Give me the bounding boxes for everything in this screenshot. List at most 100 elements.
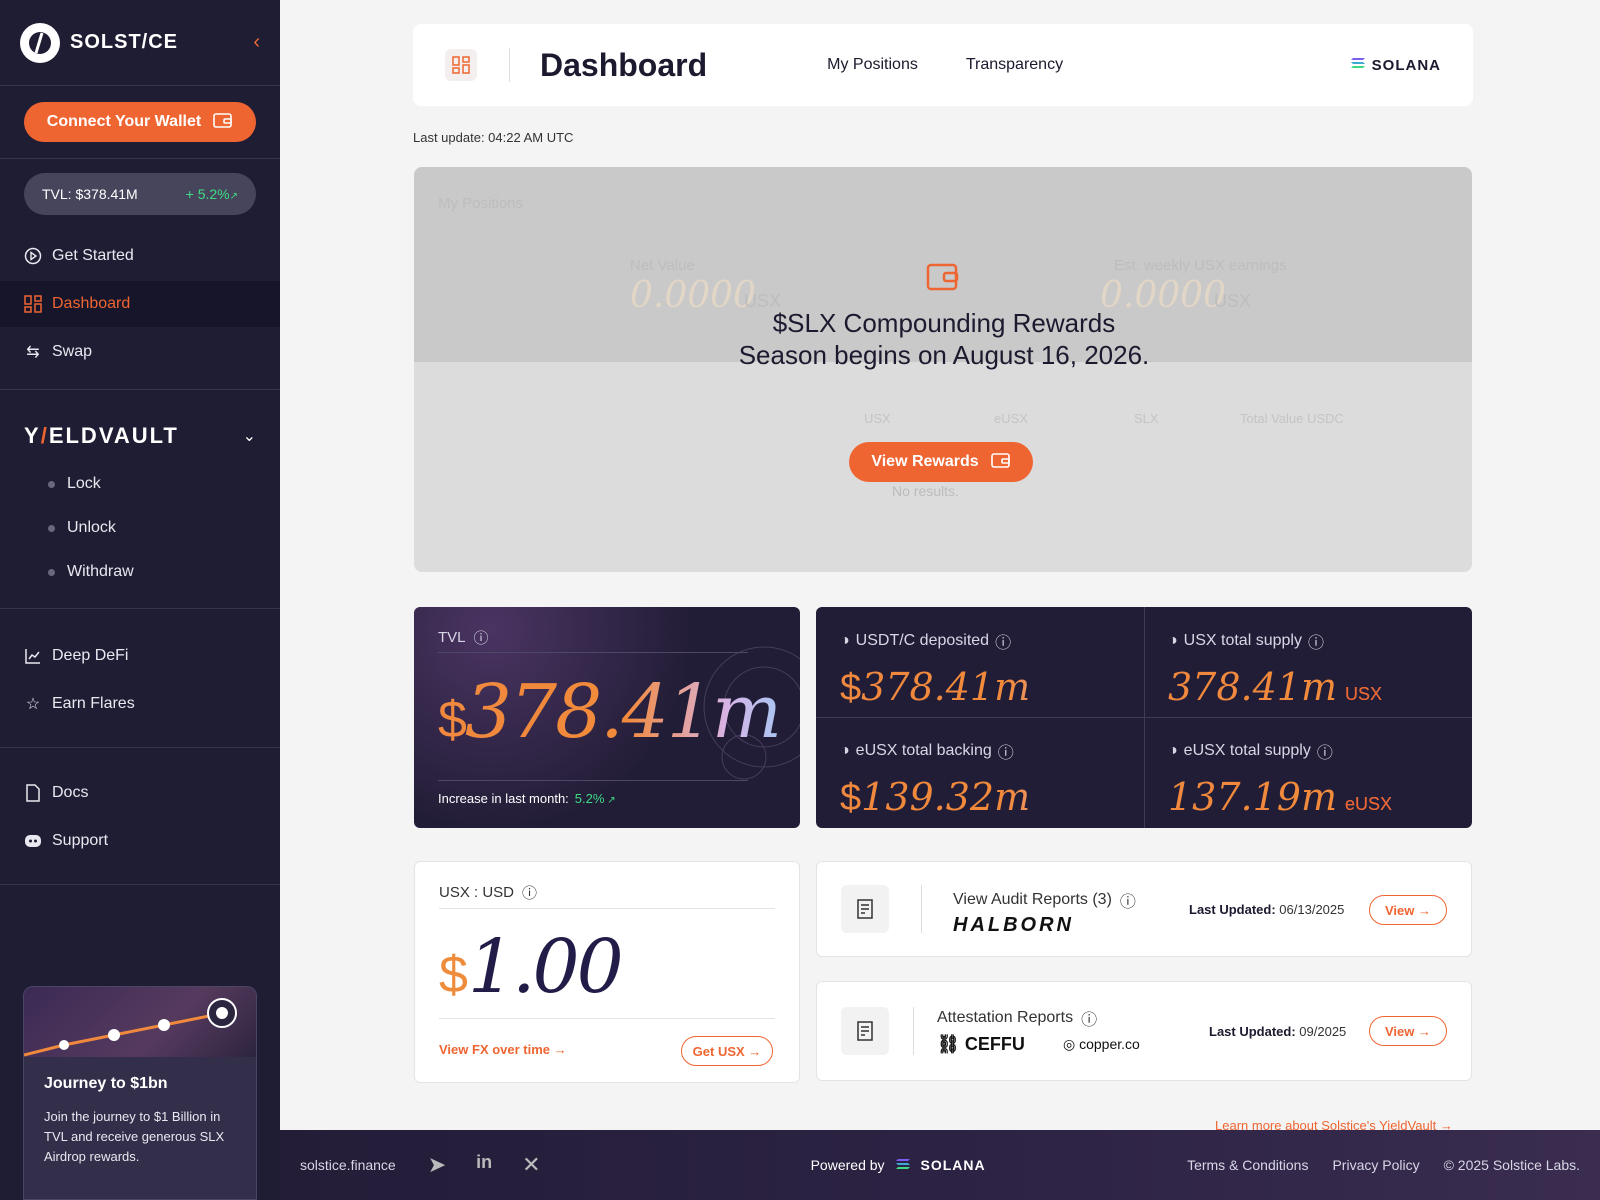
report-icon <box>841 885 889 933</box>
tvl-pill-change: + 5.2%↗ <box>185 186 238 202</box>
connect-wallet-button[interactable]: Connect Your Wallet <box>24 102 256 142</box>
solana-wordmark: SOLANA <box>920 1157 986 1173</box>
tvl-pill: TVL: $378.41M + 5.2%↗ <box>24 173 256 215</box>
sidebar: SOLST/CE ‹ Connect Your Wallet TVL: $378… <box>0 0 280 1200</box>
stat-value: $139.32m <box>840 775 1120 820</box>
logo-text: SOLST/CE <box>70 31 179 53</box>
secondary-nav: Deep DeFi ☆ Earn Flares <box>0 609 280 748</box>
sidebar-item-dashboard[interactable]: Dashboard <box>0 281 280 327</box>
info-icon[interactable]: ⓘ <box>1317 739 1333 763</box>
positions-card: My Positions Net Value 0.0000 USX Est. w… <box>414 167 1472 572</box>
info-icon[interactable]: ⓘ <box>1120 888 1136 912</box>
divider <box>438 780 748 781</box>
sidebar-item-get-started[interactable]: Get Started <box>0 233 280 279</box>
stat-label: eUSX total supply <box>1183 742 1311 759</box>
footer-site[interactable]: solstice.finance <box>300 1157 396 1173</box>
page-header: Dashboard My Positions Transparency SOLA… <box>413 24 1473 106</box>
view-fx-link[interactable]: View FX over time → <box>439 1042 567 1057</box>
stat-eusx-supply: ◑ eUSX total supply ⓘ 137.19m eUSX <box>1144 717 1472 827</box>
sidebar-item-swap[interactable]: ⇆ Swap <box>0 329 280 375</box>
positions-title: My Positions <box>438 195 524 212</box>
tvl-increase: Increase in last month: 5.2% ↗ <box>438 791 616 806</box>
tvl-pill-section: TVL: $378.41M + 5.2%↗ <box>0 159 280 229</box>
sidebar-item-label: Get Started <box>52 247 134 264</box>
sidebar-item-deep-defi[interactable]: Deep DeFi <box>0 633 280 679</box>
telegram-icon[interactable]: ➤ <box>428 1152 446 1178</box>
journey-title: Journey to $1bn <box>44 1075 168 1092</box>
view-rewards-button[interactable]: View Rewards <box>849 442 1033 482</box>
info-icon[interactable]: ⓘ <box>1308 629 1324 653</box>
stat-label: USDT/C deposited <box>855 632 990 649</box>
info-icon[interactable]: ⓘ <box>474 627 489 648</box>
wallet-icon <box>213 111 233 134</box>
attestation-reports-card: Attestation Reports ⓘ ⛓ CEFFU ◎ copper.co… <box>816 981 1472 1081</box>
tvl-label: TVL ⓘ <box>438 627 489 648</box>
arrow-up-right-icon: ↗ <box>229 191 238 202</box>
connect-wallet-label: Connect Your Wallet <box>46 113 202 130</box>
x-twitter-icon[interactable]: ✕ <box>522 1152 540 1178</box>
journey-illustration <box>24 987 256 1057</box>
collapse-sidebar-icon[interactable]: ‹ <box>253 31 260 54</box>
sidebar-item-lock[interactable]: Lock <box>0 462 280 506</box>
stat-value: $378.41m <box>840 665 1120 710</box>
info-icon[interactable]: ⓘ <box>522 882 537 903</box>
copyright: © 2025 Solstice Labs. <box>1443 1157 1580 1173</box>
wallet-section: Connect Your Wallet <box>0 86 280 159</box>
yieldvault-section: Y/ELDVAULT ⌄ Lock Unlock Withdraw <box>0 390 280 609</box>
audit-title[interactable]: View Audit Reports (3) ⓘ <box>953 888 1136 912</box>
sidebar-item-unlock[interactable]: Unlock <box>0 506 280 550</box>
stat-usx-supply: ◑ USX total supply ⓘ 378.41m USX <box>1144 607 1472 717</box>
audit-updated: Last Updated: 06/13/2025 <box>1189 902 1345 917</box>
journey-text: Join the journey to $1 Billion in TVL an… <box>44 1109 225 1164</box>
tvl-pill-label: TVL: $378.41M <box>42 186 138 202</box>
weekly-label: Est. weekly USX earnings <box>1114 257 1287 274</box>
arrow-right-icon: → <box>550 1042 567 1057</box>
solana-wordmark: SOLANA <box>1371 56 1441 74</box>
social-links: ➤ in ✕ <box>428 1152 541 1178</box>
view-audit-button[interactable]: View → <box>1369 895 1447 925</box>
info-icon[interactable]: ⓘ <box>998 739 1014 763</box>
sidebar-item-withdraw[interactable]: Withdraw <box>0 550 280 594</box>
linkedin-icon[interactable]: in <box>476 1152 492 1178</box>
divider <box>439 908 775 909</box>
tab-my-positions[interactable]: My Positions <box>827 56 918 74</box>
chevron-down-icon[interactable]: ⌄ <box>243 426 256 446</box>
attestation-updated: Last Updated: 09/2025 <box>1209 1024 1347 1039</box>
view-rewards-label: View Rewards <box>871 453 979 470</box>
header-nav: My Positions Transparency <box>827 56 1063 74</box>
sidebar-item-docs[interactable]: Docs <box>0 770 280 816</box>
document-icon <box>24 784 42 802</box>
sidebar-item-label: Deep DeFi <box>52 647 129 664</box>
solana-brand: SOLANA <box>1350 56 1441 74</box>
tvl-value: $378.41m <box>438 669 781 755</box>
divider <box>439 1018 775 1019</box>
privacy-link[interactable]: Privacy Policy <box>1332 1157 1419 1173</box>
swap-arrows-icon: ⇆ <box>26 344 40 361</box>
attestation-title[interactable]: Attestation Reports ⓘ <box>937 1006 1097 1030</box>
info-icon[interactable]: ⓘ <box>1081 1006 1097 1030</box>
solstice-logo-icon[interactable] <box>20 22 60 63</box>
info-icon[interactable]: ⓘ <box>995 629 1011 653</box>
sidebar-item-earn-flares[interactable]: ☆ Earn Flares <box>0 681 280 727</box>
arrow-right-icon: → <box>1414 902 1431 918</box>
get-usx-button[interactable]: Get USX → <box>681 1036 773 1066</box>
net-value-label: Net Value <box>630 257 695 274</box>
solana-logo-icon <box>895 1157 911 1174</box>
bullet-dot <box>48 568 55 576</box>
chart-icon <box>24 647 42 665</box>
tab-transparency[interactable]: Transparency <box>966 56 1063 74</box>
stat-value: 137.19m eUSX <box>1168 775 1448 819</box>
sidebar-item-support[interactable]: Support <box>0 818 280 864</box>
stat-label: eUSX total backing <box>855 742 992 759</box>
sidebar-item-label: Withdraw <box>67 563 134 580</box>
view-attestation-button[interactable]: View → <box>1369 1016 1447 1046</box>
journey-card[interactable]: Journey to $1bn Join the journey to $1 B… <box>23 986 257 1200</box>
yieldvault-header[interactable]: Y/ELDVAULT ⌄ <box>0 410 280 462</box>
terms-link[interactable]: Terms & Conditions <box>1187 1157 1308 1173</box>
usx-usd-value: $1.00 <box>439 924 624 1010</box>
help-nav: Docs Support <box>0 748 280 885</box>
report-icon <box>841 1007 889 1055</box>
column-header: Total Value USDC <box>1240 411 1344 426</box>
last-update: Last update: 04:22 AM UTC <box>413 130 574 145</box>
header-divider <box>509 48 510 82</box>
